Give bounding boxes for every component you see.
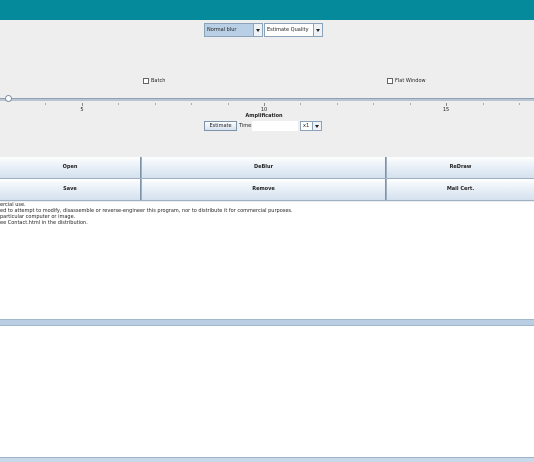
slider-tick — [519, 103, 520, 105]
slider-tick — [155, 103, 156, 105]
bottom-scrollbar[interactable] — [0, 457, 534, 462]
deblur-button[interactable]: DeBlur — [142, 157, 386, 178]
checkbox-icon[interactable] — [387, 77, 393, 84]
slider-tick — [118, 103, 119, 105]
action-button-grid: Open DeBlur ReDraw Save Remove Mail Cert… — [0, 157, 534, 201]
chevron-down-icon[interactable] — [312, 122, 321, 130]
algorithm-select[interactable]: Normal blur — [204, 23, 263, 37]
batch-checkbox[interactable]: Batch — [143, 77, 165, 85]
chevron-down-icon[interactable] — [313, 24, 322, 36]
slider-tick — [410, 103, 411, 105]
save-button[interactable]: Save — [0, 179, 141, 200]
time-field[interactable] — [252, 121, 298, 131]
slider-tick — [337, 103, 338, 105]
redraw-button[interactable]: ReDraw — [387, 157, 534, 178]
batch-label: Batch — [151, 78, 166, 84]
split-pane-divider[interactable] — [0, 319, 534, 326]
slider-tick — [446, 103, 447, 106]
log-text-area[interactable]: ercial use. ed to attempt to modify, dis… — [0, 202, 534, 319]
chevron-down-icon[interactable] — [253, 24, 262, 36]
amplification-slider-thumb[interactable] — [5, 95, 12, 102]
slider-tick — [483, 103, 484, 105]
slider-tick — [300, 103, 301, 105]
slider-tick — [373, 103, 374, 105]
time-label: Time: — [239, 123, 253, 129]
estimate-button[interactable]: Estimate — [204, 121, 237, 131]
log-line: ee Contact.html in the distribution. — [0, 220, 88, 226]
multiplier-select[interactable]: x1 — [300, 121, 322, 131]
amplification-label: Amplification — [245, 113, 283, 119]
image-view-panel — [0, 326, 534, 457]
slider-tick-label: 5 — [80, 107, 84, 113]
slider-tick — [191, 103, 192, 105]
checkbox-icon[interactable] — [143, 77, 149, 84]
slider-tick-label: 15 — [442, 107, 450, 113]
quality-select[interactable]: Estimate Quality — [264, 23, 323, 37]
flat-window-checkbox[interactable]: Flat Window — [387, 77, 426, 85]
multiplier-select-value: x1 — [303, 123, 310, 129]
flat-window-label: Flat Window — [395, 78, 426, 84]
quality-select-value: Estimate Quality — [267, 27, 309, 33]
slider-tick — [82, 103, 83, 106]
slider-tick — [45, 103, 46, 105]
mail-cert-button[interactable]: Mail Cert. — [387, 179, 534, 200]
slider-tick — [228, 103, 229, 105]
algorithm-select-value: Normal blur — [207, 27, 237, 33]
open-button[interactable]: Open — [0, 157, 141, 178]
title-bar — [0, 0, 534, 20]
amplification-slider-track[interactable] — [0, 98, 534, 101]
remove-button[interactable]: Remove — [142, 179, 386, 200]
slider-tick — [264, 103, 265, 106]
